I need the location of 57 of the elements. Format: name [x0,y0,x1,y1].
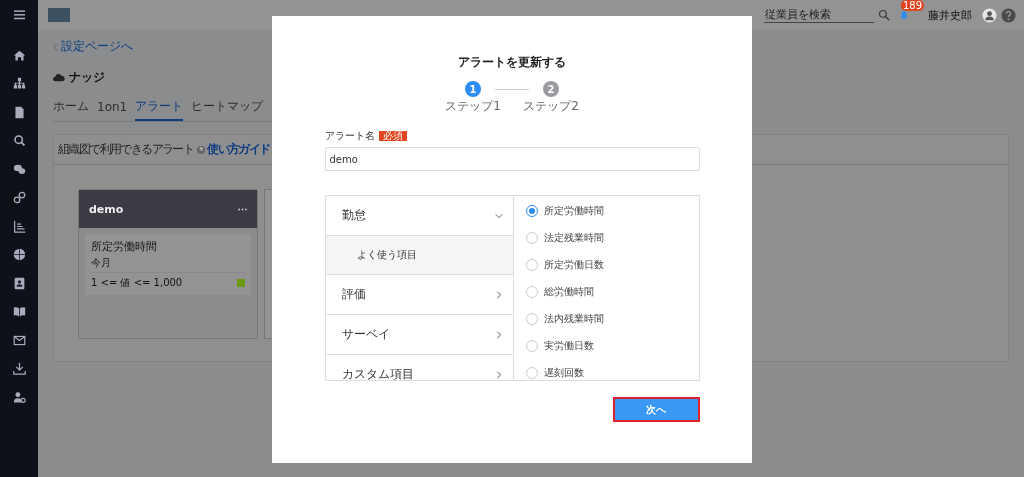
step-label: ステップ2 [523,98,579,115]
step-number: 1 [465,81,481,97]
contact-card-icon[interactable] [12,276,26,290]
radio-option[interactable]: 法内残業時間 [525,312,699,326]
globe-icon[interactable] [12,248,26,261]
metric-name: 所定労働時間 [91,239,158,254]
category-item[interactable]: カスタム項目 [325,355,513,380]
tab[interactable]: 1on1 [97,98,128,121]
book-icon[interactable] [12,305,26,318]
step-label: ステップ1 [445,98,501,115]
user-name[interactable]: 藤井史郎 [928,7,972,23]
dialog-title: アラートを更新する [458,54,566,71]
category-item[interactable]: 評価 [325,275,513,315]
chevron-right-icon [494,370,503,379]
link-icon[interactable] [12,191,26,204]
user-avatar-icon[interactable] [982,7,997,23]
chat-icon[interactable] [12,162,26,176]
notification-count: 189 [901,0,925,11]
org-chart-icon[interactable] [12,77,26,90]
chart-icon[interactable] [12,219,26,233]
help-icon [197,145,206,154]
radio-option[interactable]: 所定労働時間 [525,204,699,218]
radio-option[interactable]: 実労働日数 [525,339,699,353]
download-icon[interactable] [12,362,26,375]
menu-icon[interactable] [13,10,25,20]
input-field[interactable]: demo [324,147,700,171]
document-icon[interactable] [12,105,26,119]
search-icon[interactable] [878,9,890,21]
chevron-right-icon [494,330,503,339]
radio-option[interactable]: 所定労働日数 [525,258,699,272]
tab[interactable]: ヒートマップ [191,98,264,121]
radio-option[interactable]: 遅刻回数 [525,366,699,380]
chevron-down-icon [494,211,503,220]
panel-title: 組織図で利用できるアラート [58,141,194,158]
search-icon[interactable] [12,134,26,147]
radio-option[interactable]: 総労働時間 [525,285,699,299]
chevron-right-icon [494,290,503,299]
help-icon[interactable] [1001,7,1016,23]
required-badge: 必須 [379,131,407,141]
user-settings-icon[interactable] [12,390,26,404]
home-icon[interactable] [12,48,26,62]
cloud-icon [53,73,65,82]
search-field[interactable]: 従業員を検索 [764,7,874,23]
category-item[interactable]: サーベイ [325,315,513,355]
mail-icon[interactable] [12,333,26,347]
photo-placeholder [48,8,70,22]
page-title: ナッジ [69,69,105,86]
condition: 1 <= 値 <= 1,000 [91,276,183,290]
radio-option[interactable]: 法定残業時間 [525,231,699,245]
more-icon[interactable] [238,207,247,211]
step-number: 2 [543,81,559,97]
chevron-left-icon [53,42,58,51]
card-title: demo [89,202,124,216]
tab[interactable]: ホーム [53,98,89,121]
period: 今月 [91,256,112,270]
field-label: アラート名 [325,129,375,143]
subcategory-item[interactable]: よく使う項目 [325,236,513,275]
